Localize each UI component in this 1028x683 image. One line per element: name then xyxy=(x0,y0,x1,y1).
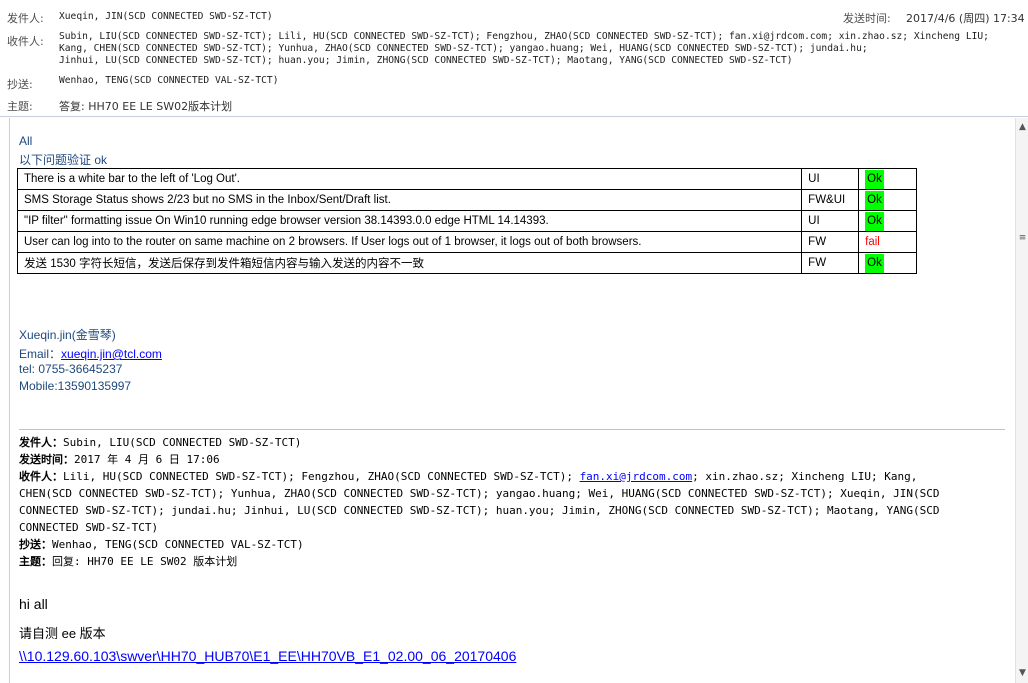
subject-value: 答复: HH70 EE LE SW02版本计划 xyxy=(59,100,233,113)
status-badge: Ok xyxy=(865,211,884,231)
table-row: SMS Storage Status shows 2/23 but no SMS… xyxy=(16,189,917,211)
build-path-link[interactable]: \\10.129.60.103\swver\HH70_HUB70\E1_EE\H… xyxy=(19,648,516,664)
from-value[interactable]: Xueqin, JIN(SCD CONNECTED SWD-SZ-TCT) xyxy=(59,11,273,23)
quoted-to-line-2: CHEN(SCD CONNECTED SWD-SZ-TCT); Yunhua, … xyxy=(19,487,940,500)
message-header: 发件人: Xueqin, JIN(SCD CONNECTED SWD-SZ-TC… xyxy=(0,0,1028,117)
scroll-up-icon[interactable]: ▲ xyxy=(1017,122,1028,132)
status-badge: Ok xyxy=(865,190,884,210)
quoted-from-value: Subin, LIU(SCD CONNECTED SWD-SZ-TCT) xyxy=(63,436,302,449)
quoted-to-line: 收件人：Lili, HU(SCD CONNECTED SWD-SZ-TCT); … xyxy=(19,468,999,485)
issue-desc: SMS Storage Status shows 2/23 but no SMS… xyxy=(16,189,803,211)
quoted-sent-label: 发送时间： xyxy=(19,453,74,466)
quoted-to-link[interactable]: fan.xi@jrdcom.com xyxy=(580,470,693,483)
subject-label: 主题: xyxy=(7,100,33,113)
issue-desc: There is a white bar to the left of 'Log… xyxy=(16,168,803,190)
issue-desc: 发送 1530 字符长短信，发送后保存到发件箱短信内容与输入发送的内容不一致 xyxy=(16,252,803,274)
table-row: There is a white bar to the left of 'Log… xyxy=(16,168,917,190)
to-line-1[interactable]: Subin, LIU(SCD CONNECTED SWD-SZ-TCT); Li… xyxy=(59,31,989,43)
signature-tel: tel: 0755-36645237 xyxy=(19,362,123,376)
signature-email-line: Email：xueqin.jin@tcl.com xyxy=(19,345,162,362)
quoted-subject-value: 回复: HH70 EE LE SW02 版本计划 xyxy=(52,555,238,568)
quoted-from-label: 发件人： xyxy=(19,436,63,449)
quoted-to-a: Lili, HU(SCD CONNECTED SWD-SZ-TCT); Feng… xyxy=(63,470,580,483)
sent-value: 2017/4/6 (周四) 17:34 xyxy=(906,12,1025,25)
quoted-sent-value: 2017 年 4 月 6 日 17:06 xyxy=(74,453,220,466)
to-line-2[interactable]: Kang, CHEN(SCD CONNECTED SWD-SZ-TCT); Yu… xyxy=(59,43,868,55)
issues-table: There is a white bar to the left of 'Log… xyxy=(16,168,917,274)
quoted-cc-line: 抄送：Wenhao, TENG(SCD CONNECTED VAL-SZ-TCT… xyxy=(19,536,999,553)
quoted-to-line-4: CONNECTED SWD-SZ-TCT) xyxy=(19,521,159,534)
quoted-sent-line: 发送时间：2017 年 4 月 6 日 17:06 xyxy=(19,451,999,468)
cc-label: 抄送: xyxy=(7,78,33,91)
signature-name: Xueqin.jin(金雪琴) xyxy=(19,328,116,342)
to-label: 收件人: xyxy=(7,35,44,48)
quoted-to-b: ; xin.zhao.sz; Xincheng LIU; Kang, xyxy=(692,470,918,483)
tail-greeting: hi all xyxy=(19,596,48,612)
issue-owner: UI xyxy=(801,210,860,232)
quoted-to-line-3: CONNECTED SWD-SZ-TCT); jundai.hu; Jinhui… xyxy=(19,504,940,517)
quoted-cc-value: Wenhao, TENG(SCD CONNECTED VAL-SZ-TCT) xyxy=(52,538,304,551)
to-line-3[interactable]: Jinhui, LU(SCD CONNECTED SWD-SZ-TCT); hu… xyxy=(59,55,793,67)
quoted-from-line: 发件人：Subin, LIU(SCD CONNECTED SWD-SZ-TCT) xyxy=(19,434,999,451)
table-row: User can log into to the router on same … xyxy=(16,231,917,253)
signature-email-link[interactable]: xueqin.jin@tcl.com xyxy=(61,347,162,361)
issue-desc: "IP filter" formatting issue On Win10 ru… xyxy=(16,210,803,232)
from-label: 发件人: xyxy=(7,12,44,25)
sent-label: 发送时间: xyxy=(843,12,891,25)
greeting: All xyxy=(19,134,33,148)
vertical-scrollbar[interactable]: ▲ ≡ ▼ xyxy=(1015,118,1028,683)
quoted-cc-label: 抄送： xyxy=(19,538,52,551)
signature-mobile: Mobile:13590135997 xyxy=(19,379,132,393)
quoted-subject-line: 主题：回复: HH70 EE LE SW02 版本计划 xyxy=(19,553,999,570)
table-row: 发送 1530 字符长短信，发送后保存到发件箱短信内容与输入发送的内容不一致 F… xyxy=(16,252,917,274)
issue-desc: User can log into to the router on same … xyxy=(16,231,803,253)
issue-owner: FW&UI xyxy=(801,189,860,211)
quoted-to-label: 收件人： xyxy=(19,470,63,483)
tail-self-test: 请自测 ee 版本 xyxy=(19,626,106,641)
issue-owner: UI xyxy=(801,168,860,190)
table-row: "IP filter" formatting issue On Win10 ru… xyxy=(16,210,917,232)
intro-text: 以下问题验证 ok xyxy=(19,153,108,167)
quoted-header: 发件人：Subin, LIU(SCD CONNECTED SWD-SZ-TCT)… xyxy=(19,434,999,570)
scroll-grip-icon[interactable]: ≡ xyxy=(1017,233,1028,243)
quoted-subject-label: 主题： xyxy=(19,555,52,568)
signature-email-label: Email： xyxy=(19,347,62,361)
issue-owner: FW xyxy=(801,231,860,253)
message-body: All 以下问题验证 ok There is a white bar to th… xyxy=(9,118,1015,683)
quote-divider xyxy=(19,429,1005,430)
issue-owner: FW xyxy=(801,252,860,274)
cc-value[interactable]: Wenhao, TENG(SCD CONNECTED VAL-SZ-TCT) xyxy=(59,75,279,87)
scroll-down-icon[interactable]: ▼ xyxy=(1017,668,1028,678)
status-badge: Ok xyxy=(865,169,884,189)
status-badge: Ok xyxy=(865,253,884,273)
status-badge: fail xyxy=(865,236,880,248)
